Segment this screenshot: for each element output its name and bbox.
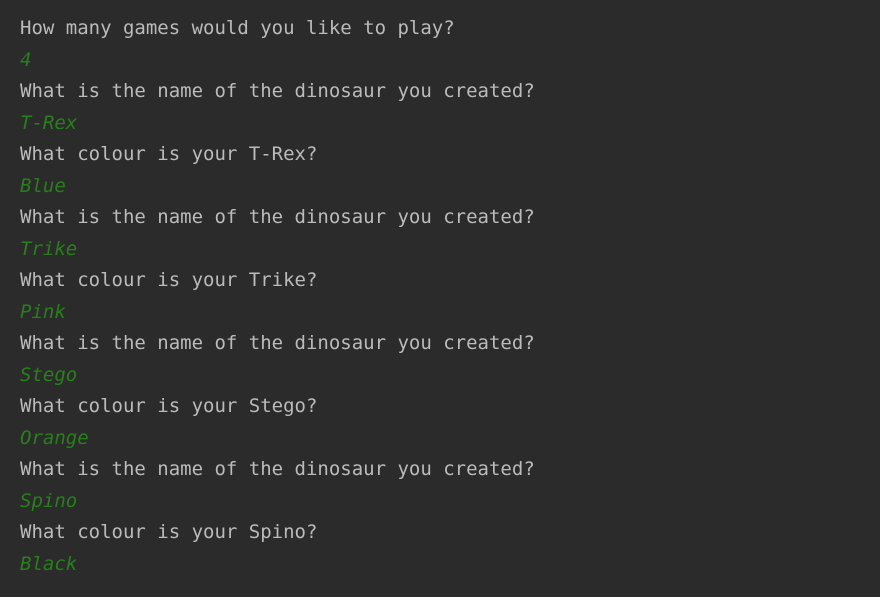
console-user-input-line: Orange <box>20 426 89 449</box>
console-user-input-line: Black <box>20 552 78 575</box>
console-user-input-line: Pink <box>20 300 66 323</box>
console-user-input-line: Trike <box>20 237 78 260</box>
console-prompt-line: What is the name of the dinosaur you cre… <box>20 332 535 354</box>
console-prompt-line: What is the name of the dinosaur you cre… <box>20 80 535 102</box>
console-prompt-line: What is the name of the dinosaur you cre… <box>20 206 535 228</box>
console-prompt-line: What colour is your Stego? <box>20 395 318 417</box>
console-prompt-line: How many games would you like to play? <box>20 17 455 39</box>
console-user-input-line: Stego <box>20 363 78 386</box>
console-user-input-line: Blue <box>20 174 66 197</box>
console-prompt-line: What colour is your Spino? <box>20 521 318 543</box>
console-prompt-line: What is the name of the dinosaur you cre… <box>20 458 535 480</box>
console-user-input-line: 4 <box>20 48 32 71</box>
console-user-input-line: T-Rex <box>20 111 78 134</box>
console-prompt-line: What colour is your Trike? <box>20 269 318 291</box>
console-prompt-line: What colour is your T-Rex? <box>20 143 318 165</box>
console-user-input-line: Spino <box>20 489 78 512</box>
run-console-output[interactable]: How many games would you like to play? 4… <box>0 0 880 597</box>
